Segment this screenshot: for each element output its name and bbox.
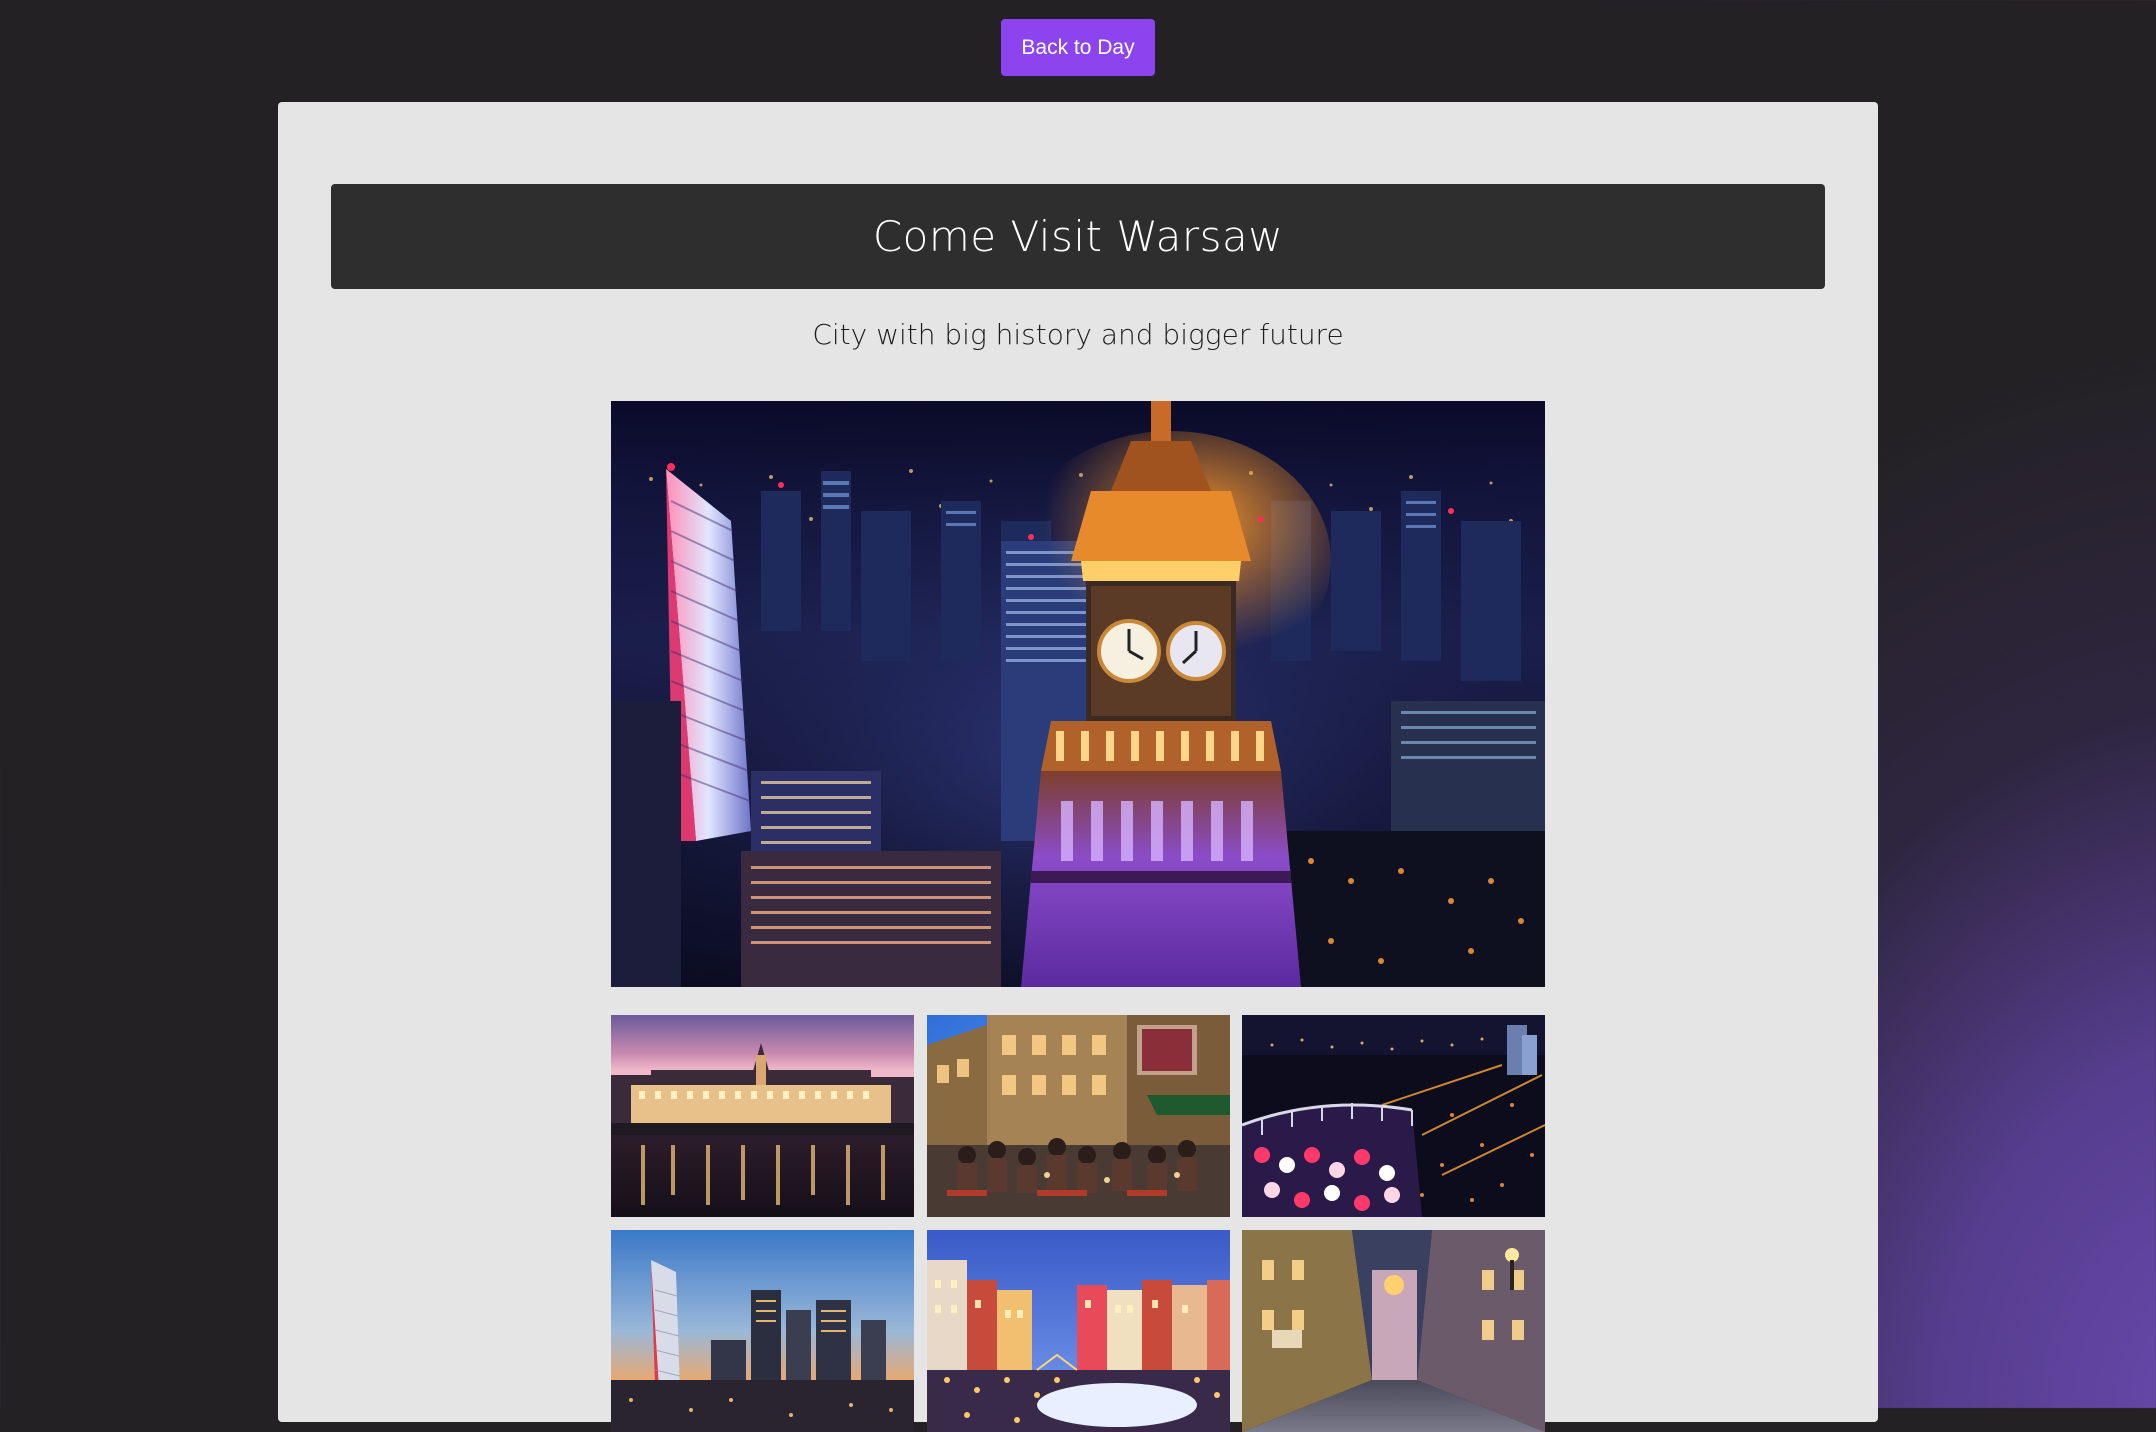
back-to-day-button[interactable]: Back to Day <box>1001 19 1155 76</box>
thumbnail-market-square[interactable] <box>927 1230 1230 1432</box>
thumbnail-royal-castle[interactable] <box>611 1015 914 1217</box>
title-banner: Come Visit Warsaw <box>331 184 1825 289</box>
thumbnail-rooftop-party[interactable] <box>1242 1015 1545 1217</box>
thumbnail-street-cafe[interactable] <box>927 1015 1230 1217</box>
page-title: Come Visit Warsaw <box>872 212 1284 261</box>
page-subtitle: City with big history and bigger future <box>812 318 1344 351</box>
hero-photo[interactable] <box>611 401 1545 987</box>
thumbnail-old-town-alley[interactable] <box>1242 1230 1545 1432</box>
content-panel: Come Visit Warsaw City with big history … <box>278 102 1878 1432</box>
thumbnail-skyline-sunset[interactable] <box>611 1230 914 1432</box>
